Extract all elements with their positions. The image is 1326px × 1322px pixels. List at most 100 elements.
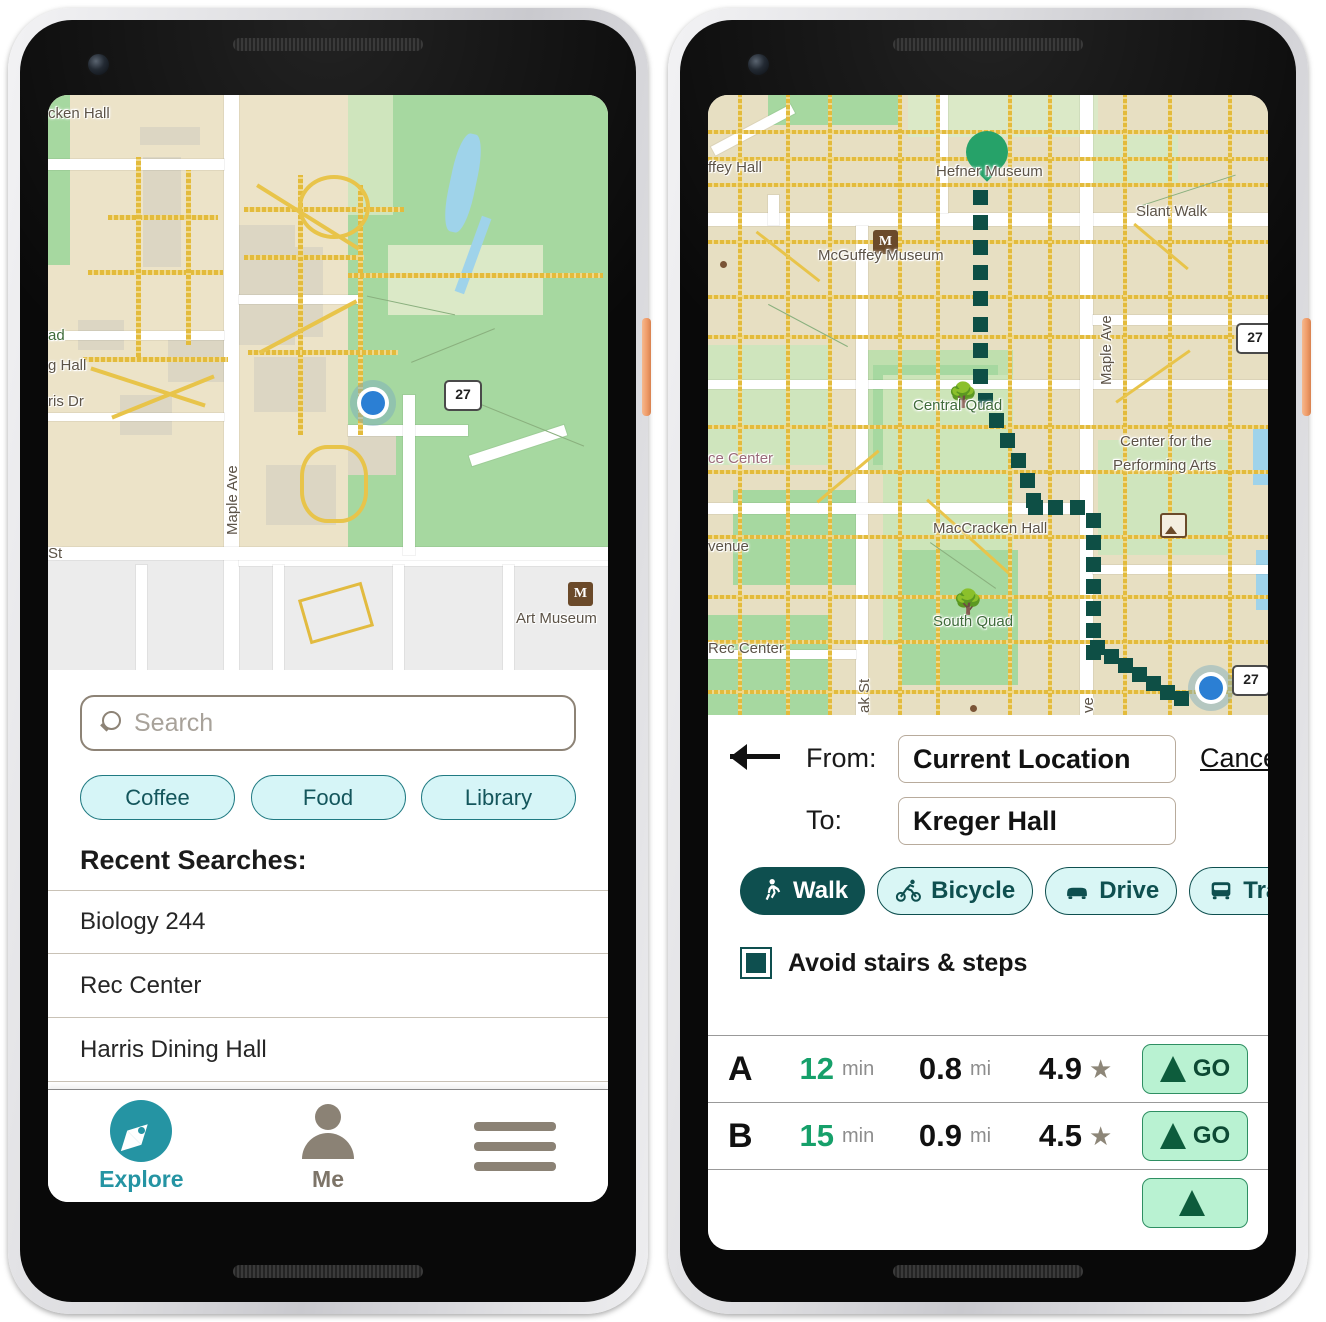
bottom-navigation-bar: Explore Me bbox=[48, 1089, 608, 1202]
table-row[interactable]: B 15 min 0.9 mi 4.5 ★ GO bbox=[708, 1102, 1268, 1169]
route-rating: 4.9 bbox=[1038, 1051, 1082, 1086]
list-item[interactable]: Biology 244 bbox=[48, 890, 608, 954]
route-time-unit: min bbox=[842, 1124, 875, 1147]
go-label: GO bbox=[1192, 1055, 1231, 1082]
directions-map[interactable]: 27 27 M 🌳 🌳 ffey Hall Hefner Museum Slan… bbox=[708, 95, 1268, 715]
map-label-maccracken-hall: MacCracken Hall bbox=[933, 520, 1048, 537]
bus-icon bbox=[1211, 882, 1231, 900]
route-rating: 4.5 bbox=[1038, 1118, 1082, 1153]
travel-mode-selector: Walk Bicycle Drive Tr bbox=[740, 867, 1268, 915]
power-button[interactable] bbox=[642, 318, 651, 416]
mode-bicycle[interactable]: Bicycle bbox=[877, 867, 1034, 915]
explore-map[interactable]: 27 M cken Hall ad g Hall ris Dr Maple Av… bbox=[48, 95, 608, 670]
museum-icon: M bbox=[568, 582, 593, 606]
nav-label-explore: Explore bbox=[99, 1165, 184, 1192]
map-label: ffey Hall bbox=[708, 159, 762, 176]
from-label: From: bbox=[806, 743, 877, 773]
star-icon: ★ bbox=[1089, 1053, 1113, 1084]
route-shield-27: 27 bbox=[444, 380, 482, 411]
map-label-rec-center: Rec Center bbox=[708, 640, 784, 657]
avoid-stairs-option[interactable]: Avoid stairs & steps bbox=[740, 947, 1027, 979]
avoid-stairs-label: Avoid stairs & steps bbox=[788, 948, 1028, 977]
mode-walk[interactable]: Walk bbox=[740, 867, 866, 915]
map-label: St bbox=[48, 545, 63, 562]
route-shield-27: 27 bbox=[1236, 323, 1268, 354]
recent-searches-list: Biology 244 Rec Center Harris Dining Hal… bbox=[48, 890, 608, 1082]
table-row[interactable]: A 12 min 0.8 mi 4.9 ★ GO bbox=[708, 1035, 1268, 1102]
map-label: ris Dr bbox=[48, 393, 84, 410]
mode-transit[interactable]: Transit bbox=[1189, 867, 1268, 915]
checkbox-icon[interactable] bbox=[740, 947, 772, 979]
chip-library[interactable]: Library bbox=[421, 775, 576, 820]
map-label-maple-ave: Maple Ave bbox=[1098, 315, 1115, 385]
back-arrow-icon[interactable] bbox=[730, 739, 782, 775]
phone-left: 27 M cken Hall ad g Hall ris Dr Maple Av… bbox=[8, 8, 651, 1314]
go-button[interactable]: GO bbox=[1142, 1044, 1248, 1094]
map-label: ad bbox=[48, 327, 65, 344]
chip-food[interactable]: Food bbox=[250, 775, 406, 820]
map-label-south-quad: South Quad bbox=[933, 613, 1014, 630]
map-label-cpa-line1: Center for the bbox=[1120, 433, 1212, 450]
origin-location-dot bbox=[1188, 665, 1234, 711]
route-time-unit: min bbox=[842, 1057, 875, 1080]
directions-sheet: From: Current Location Cancel To: Kreger… bbox=[708, 715, 1268, 1250]
nav-item-me[interactable]: Me bbox=[235, 1100, 422, 1193]
mode-label-bicycle: Bicycle bbox=[931, 877, 1016, 904]
navigation-arrow-icon bbox=[1159, 1123, 1186, 1149]
map-label-cpa-line2: Performing Arts bbox=[1113, 457, 1217, 474]
go-label: GO bbox=[1192, 1122, 1231, 1149]
compass-icon bbox=[110, 1099, 173, 1162]
search-input[interactable]: Search bbox=[80, 695, 576, 751]
nav-label-me: Me bbox=[312, 1165, 344, 1192]
to-field[interactable]: Kreger Hall bbox=[898, 797, 1176, 845]
map-label-hefner-museum: Hefner Museum bbox=[936, 163, 1043, 180]
map-label: cken Hall bbox=[48, 105, 110, 122]
map-label-central-quad: Central Quad bbox=[913, 397, 1003, 414]
explore-sheet: Search Coffee Food Library Recent Search… bbox=[48, 670, 608, 1202]
mode-drive[interactable]: Drive bbox=[1045, 867, 1178, 915]
star-icon: ★ bbox=[1089, 1120, 1113, 1151]
route-distance-unit: mi bbox=[970, 1124, 992, 1147]
bicycle-icon bbox=[895, 879, 922, 902]
power-button[interactable] bbox=[1302, 318, 1311, 416]
list-item[interactable]: Rec Center bbox=[48, 954, 608, 1018]
route-distance: 0.8 bbox=[918, 1051, 962, 1086]
route-letter: B bbox=[728, 1116, 753, 1155]
go-button[interactable] bbox=[1142, 1178, 1248, 1228]
earpiece-speaker-icon bbox=[233, 38, 423, 51]
nav-item-explore[interactable]: Explore bbox=[48, 1099, 235, 1193]
art-gallery-icon bbox=[1160, 513, 1187, 538]
map-label: ve bbox=[1080, 697, 1097, 713]
list-item[interactable]: Harris Dining Hall bbox=[48, 1018, 608, 1082]
search-placeholder: Search bbox=[134, 708, 214, 737]
phone-right: 27 27 M 🌳 🌳 ffey Hall Hefner Museum Slan… bbox=[668, 8, 1311, 1314]
from-field[interactable]: Current Location bbox=[898, 735, 1176, 783]
front-camera-icon bbox=[88, 54, 109, 75]
route-distance-unit: mi bbox=[970, 1057, 992, 1080]
walk-icon bbox=[765, 878, 781, 901]
earpiece-speaker-icon bbox=[893, 38, 1083, 51]
map-label: ce Center bbox=[708, 450, 774, 467]
map-label-maple-ave: Maple Ave bbox=[224, 465, 241, 535]
current-location-dot bbox=[350, 380, 396, 426]
car-icon bbox=[1067, 887, 1088, 900]
bottom-speaker-icon bbox=[893, 1265, 1083, 1278]
table-row[interactable] bbox=[708, 1169, 1268, 1236]
navigation-arrow-icon bbox=[1159, 1056, 1186, 1082]
quick-filter-chips: Coffee Food Library bbox=[80, 775, 576, 820]
cancel-button[interactable]: Cancel bbox=[1200, 743, 1268, 774]
route-letter: A bbox=[728, 1049, 753, 1088]
left-screen: 27 M cken Hall ad g Hall ris Dr Maple Av… bbox=[48, 95, 608, 1202]
route-options-list: A 12 min 0.8 mi 4.9 ★ GO B 15 min 0.9 mi… bbox=[708, 1035, 1268, 1250]
map-label-mcguffey-museum: McGuffey Museum bbox=[818, 247, 944, 264]
go-button[interactable]: GO bbox=[1142, 1111, 1248, 1161]
map-label-oak-st: ak St bbox=[856, 678, 873, 713]
person-icon bbox=[297, 1100, 359, 1162]
navigation-arrow-icon bbox=[1178, 1190, 1205, 1216]
map-label: venue bbox=[708, 538, 749, 555]
nav-item-menu[interactable] bbox=[421, 1121, 608, 1171]
chip-coffee[interactable]: Coffee bbox=[80, 775, 235, 820]
route-shield-27: 27 bbox=[1232, 665, 1268, 696]
mode-label-transit: Transit bbox=[1243, 877, 1268, 904]
mode-label-walk: Walk bbox=[793, 877, 849, 904]
